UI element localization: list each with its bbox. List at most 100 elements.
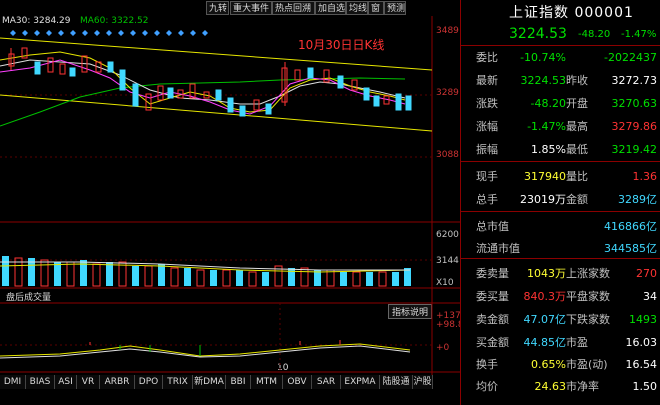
quote-row: 均价 24.63 市净率 1.50 [461, 376, 660, 398]
quote-label: 市净率 [566, 380, 599, 393]
divider [461, 211, 660, 212]
quote-value: 3270.63 [611, 97, 658, 110]
candlesticks [8, 47, 412, 117]
quote-value: 270 [636, 267, 657, 280]
quote-label: 涨跌 [476, 97, 498, 110]
quote-value: 44.85亿 [523, 336, 567, 349]
kline-svg [0, 16, 460, 375]
indicator-tab[interactable]: OBV [283, 375, 312, 389]
quote-row: 振幅 1.85% 最低 3219.42 [461, 139, 660, 161]
stock-title: 上证指数 000001 [509, 5, 634, 21]
quote-value: -2022437 [604, 51, 657, 64]
quote-panel: 上证指数 000001 3224.53 -48.20 -1.47% 委比 -10.… [460, 0, 660, 405]
ma-yellow-line [0, 51, 406, 113]
quote-row: 流通市值 344585亿 [461, 238, 660, 260]
quote-value: 1.36 [632, 170, 658, 183]
quote-row: 最新 3224.53 昨收 3272.73 [461, 70, 660, 92]
indicator-tab[interactable]: ARBR [100, 375, 135, 389]
ma-magenta-line [0, 59, 406, 115]
quote-label: 市盈 [566, 336, 588, 349]
quote-row: 委卖量 1043万 上涨家数 270 [461, 263, 660, 285]
quote-value: -10.74% [520, 51, 566, 64]
quote-label: 委比 [476, 51, 498, 64]
quote-label: 开盘 [566, 97, 588, 110]
quote-row: 现手 317940 量比 1.36 [461, 166, 660, 188]
indicator-tab[interactable]: VR [77, 375, 100, 389]
indicator-tab[interactable]: DPO [135, 375, 163, 389]
ma-white-line [0, 59, 406, 105]
divider [461, 45, 660, 46]
quote-value: 1043万 [527, 267, 566, 280]
indicator-tab[interactable]: EXPMA [341, 375, 380, 389]
quote-label: 流通市值 [476, 242, 520, 255]
quote-row: 涨幅 -1.47% 最高 3279.86 [461, 116, 660, 138]
quote-label: 最低 [566, 143, 588, 156]
quote-label: 平盘家数 [566, 290, 610, 303]
quote-label: 量比 [566, 170, 588, 183]
quote-row: 换手 0.65% 市盈(动) 16.54 [461, 354, 660, 376]
quote-value: 0.65% [531, 358, 566, 371]
quote-value: 317940 [524, 170, 566, 183]
quote-label: 买金额 [476, 336, 509, 349]
indicator-tab[interactable]: 沪股 [413, 375, 433, 389]
quote-value: 3289亿 [618, 193, 657, 206]
quote-value: 1493 [629, 313, 657, 326]
quote-value: 3279.86 [611, 120, 658, 133]
event-markers [10, 30, 208, 36]
quote-label: 振幅 [476, 143, 498, 156]
price-change-pct: -1.47% [621, 29, 657, 40]
indicator-tab[interactable]: DMI [0, 375, 26, 389]
indicator-tab[interactable]: SAR [312, 375, 341, 389]
divider [461, 161, 660, 162]
quote-label: 涨幅 [476, 120, 498, 133]
quote-value: 24.63 [534, 380, 567, 393]
quote-value: 3224.53 [520, 74, 567, 87]
quote-row: 买金额 44.85亿 市盈 16.03 [461, 332, 660, 354]
indicator-tab[interactable]: MTM [251, 375, 283, 389]
indicator-tab[interactable]: BBI [226, 375, 251, 389]
quote-label: 上涨家数 [566, 267, 610, 280]
indicator-tab[interactable]: 陆股通 [380, 375, 413, 389]
quote-value: 344585亿 [604, 242, 657, 255]
quote-row: 总市值 416866亿 [461, 216, 660, 238]
quote-row: 总手 23019万 金额 3289亿 [461, 189, 660, 211]
quote-row: 委比 -10.74% -2022437 [461, 47, 660, 69]
kline-chart-area[interactable]: 九转 重大事件 热点回溯 加自选 均线窗预测 MA30: 3284.29 MA60: 3… [0, 0, 469, 405]
indicator-tab[interactable]: TRIX [163, 375, 193, 389]
quote-label: 委买量 [476, 290, 509, 303]
quote-value: 1.85% [531, 143, 566, 156]
quote-value: 16.03 [625, 336, 658, 349]
quote-label: 换手 [476, 358, 498, 371]
quote-label: 均价 [476, 380, 498, 393]
current-price: 3224.53 [509, 26, 567, 42]
quote-value: 47.07亿 [523, 313, 567, 326]
quote-label: 委卖量 [476, 267, 509, 280]
price-change: -48.20 [578, 29, 611, 40]
quote-label: 市盈(动) [566, 358, 608, 371]
quote-label: 卖金额 [476, 313, 509, 326]
quote-value: 3272.73 [611, 74, 658, 87]
quote-label: 总手 [476, 193, 498, 206]
indicator-lines [0, 340, 411, 359]
indicator-tab[interactable]: BIAS [26, 375, 55, 389]
quote-value: 840.3万 [523, 290, 567, 303]
quote-label: 最新 [476, 74, 498, 87]
quote-label: 总市值 [476, 220, 509, 233]
quote-value: 3219.42 [611, 143, 658, 156]
quote-value: -1.47% [527, 120, 566, 133]
indicator-tab[interactable]: 新DMA [193, 375, 226, 389]
quote-label: 昨收 [566, 74, 588, 87]
quote-value: 416866亿 [604, 220, 657, 233]
quote-value: 16.54 [625, 358, 658, 371]
indicator-tab[interactable]: ASI [55, 375, 77, 389]
quote-value: 1.50 [632, 380, 658, 393]
quote-label: 金额 [566, 193, 588, 206]
quote-value: 34 [643, 290, 657, 303]
quote-row: 委买量 840.3万 平盘家数 34 [461, 286, 660, 308]
quote-row: 涨跌 -48.20 开盘 3270.63 [461, 93, 660, 115]
quote-label: 最高 [566, 120, 588, 133]
quote-label: 下跌家数 [566, 313, 610, 326]
quote-row: 卖金额 47.07亿 下跌家数 1493 [461, 309, 660, 331]
quote-value: -48.20 [530, 97, 566, 110]
quote-label: 现手 [476, 170, 498, 183]
